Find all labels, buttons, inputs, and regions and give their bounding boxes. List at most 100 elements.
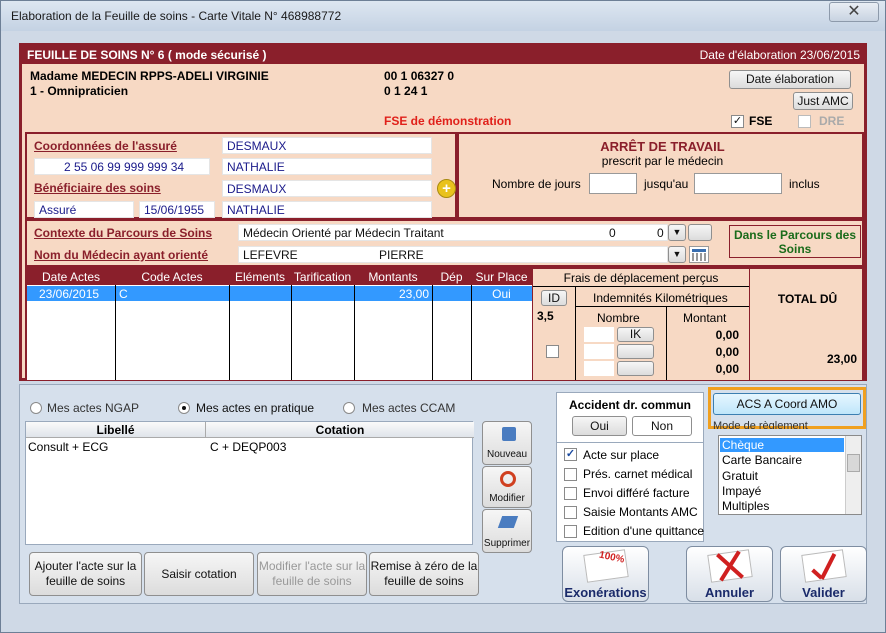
row-surplace: Oui bbox=[492, 287, 511, 301]
cancel-icon bbox=[707, 549, 753, 583]
accident-non-button[interactable]: Non bbox=[632, 416, 692, 436]
frais-value: 3,5 bbox=[537, 309, 554, 323]
medecin-oriente-label: Nom du Médecin ayant orienté bbox=[34, 248, 209, 262]
col-tarification: Tarification bbox=[293, 270, 352, 284]
edition-quittance-label: Edition d'une quittance bbox=[583, 524, 705, 538]
close-button[interactable]: ✕ bbox=[829, 2, 879, 22]
nombre-field-3[interactable] bbox=[584, 361, 614, 376]
radio-ccam[interactable] bbox=[343, 402, 355, 414]
radio-ngap[interactable] bbox=[30, 402, 42, 414]
contexte-parcours-select[interactable]: Médecin Orienté par Médecin Traitant 0 0 bbox=[238, 224, 668, 241]
nombre-field-2[interactable] bbox=[584, 344, 614, 359]
feuille-de-soins-panel: FEUILLE DE SOINS N° 6 ( mode sécurisé ) … bbox=[19, 43, 867, 381]
id-button[interactable]: ID bbox=[541, 290, 567, 306]
medecin-nom: LEFEVRE bbox=[243, 248, 298, 262]
ik-button[interactable]: IK bbox=[617, 327, 654, 342]
modifier-label: Modifier bbox=[489, 493, 525, 504]
option-gratuit[interactable]: Gratuit bbox=[722, 469, 758, 483]
mode-reglement-label: Mode de règlement bbox=[713, 420, 808, 429]
contexte-value: Médecin Orienté par Médecin Traitant bbox=[243, 226, 444, 240]
supprimer-button[interactable]: Supprimer bbox=[482, 509, 532, 553]
naissance-field[interactable]: 15/06/1955 bbox=[139, 201, 215, 218]
exonerations-label: Exonérations bbox=[564, 585, 647, 600]
supprimer-label: Supprimer bbox=[483, 538, 531, 549]
acs-coord-amo-button[interactable]: ACS A Coord AMO bbox=[713, 393, 861, 415]
col-elements: Eléments bbox=[234, 270, 286, 284]
date-elaboration-button[interactable]: Date élaboration bbox=[729, 70, 851, 89]
row-code: C bbox=[119, 287, 128, 301]
row-montant: 23,00 bbox=[398, 287, 429, 301]
fse-header-bar: FEUILLE DE SOINS N° 6 ( mode sécurisé ) … bbox=[22, 46, 864, 64]
frais-button-3[interactable] bbox=[617, 361, 654, 376]
option-multiples[interactable]: Multiples bbox=[722, 499, 769, 513]
list-scrollbar[interactable] bbox=[845, 436, 861, 514]
assure-nom-field[interactable]: DESMAUX bbox=[222, 137, 432, 154]
saisie-amc-checkbox[interactable] bbox=[564, 506, 577, 519]
frais-button-2[interactable] bbox=[617, 344, 654, 359]
option-carte-bancaire[interactable]: Carte Bancaire bbox=[722, 453, 802, 467]
modifier-button[interactable]: Modifier bbox=[482, 466, 532, 508]
frais-title: Frais de déplacement perçus bbox=[563, 271, 719, 285]
plus-icon bbox=[502, 427, 516, 441]
contexte-dropdown-button[interactable]: ▼ bbox=[668, 224, 686, 241]
accident-oui-button[interactable]: Oui bbox=[572, 416, 627, 436]
window-title: Elaboration de la Feuille de soins - Car… bbox=[11, 9, 342, 23]
pres-carnet-label: Prés. carnet médical bbox=[583, 467, 693, 481]
montant-value-3: 0,00 bbox=[715, 362, 739, 376]
annuler-button[interactable]: Annuler bbox=[686, 546, 773, 602]
remise-zero-button[interactable]: Remise à zéro de la feuille de soins bbox=[369, 552, 479, 596]
calendar-icon[interactable] bbox=[689, 246, 709, 263]
mode-reglement-list[interactable]: Chèque Carte Bancaire Gratuit Impayé Mul… bbox=[718, 435, 862, 515]
contexte-extra-button[interactable] bbox=[688, 224, 712, 241]
nb-jours-field[interactable] bbox=[589, 173, 637, 194]
envoi-differe-label: Envoi différé facture bbox=[583, 486, 690, 500]
saisir-cotation-button[interactable]: Saisir cotation bbox=[144, 552, 254, 596]
modifier-acte-button[interactable]: Modifier l'acte sur la feuille de soins bbox=[257, 552, 367, 596]
radio-ccam-label: Mes actes CCAM bbox=[362, 401, 456, 415]
pres-carnet-checkbox[interactable] bbox=[564, 468, 577, 481]
total-value: 23,00 bbox=[826, 352, 857, 366]
ajouter-acte-button[interactable]: Ajouter l'acte sur la feuille de soins bbox=[29, 552, 142, 596]
ik-title: Indemnités Kilométriques bbox=[593, 291, 728, 305]
col-cotation: Cotation bbox=[206, 422, 474, 438]
praticien-name: Madame MEDECIN RPPS-ADELI VIRGINIE bbox=[30, 69, 269, 83]
just-amc-button[interactable]: Just AMC bbox=[793, 92, 853, 110]
accident-section: Accident dr. commun Oui Non ✓ Acte sur p… bbox=[556, 392, 704, 542]
option-cheque[interactable]: Chèque bbox=[720, 438, 844, 452]
arret-title: ARRÊT DE TRAVAIL bbox=[600, 139, 725, 154]
praticien-specialite: 1 - Omnipraticien bbox=[30, 84, 129, 98]
acte-sur-place-checkbox[interactable]: ✓ bbox=[564, 448, 577, 461]
fse-checkbox[interactable]: ✓ bbox=[731, 115, 744, 128]
jusqu-field[interactable] bbox=[694, 173, 782, 194]
valider-button[interactable]: Valider bbox=[780, 546, 867, 602]
title-bar: Elaboration de la Feuille de soins - Car… bbox=[1, 1, 885, 31]
nouveau-button[interactable]: Nouveau bbox=[482, 421, 532, 465]
accident-title: Accident dr. commun bbox=[568, 398, 692, 412]
assure-prenom-field[interactable]: NATHALIE bbox=[222, 158, 432, 175]
option-impaye[interactable]: Impayé bbox=[722, 484, 761, 498]
add-beneficiaire-icon[interactable]: + bbox=[437, 179, 456, 198]
arret-subtitle: prescrit par le médecin bbox=[601, 154, 724, 168]
exonerations-button[interactable]: 100% Exonérations bbox=[562, 546, 649, 602]
acte-sur-place-label: Acte sur place bbox=[583, 448, 660, 462]
list-item-libelle: Consult + ECG bbox=[28, 440, 109, 454]
medecin-oriente-select[interactable]: LEFEVRE PIERRE bbox=[238, 246, 668, 263]
radio-pratique-label: Mes actes en pratique bbox=[196, 401, 315, 415]
row-date: 23/06/2015 bbox=[39, 287, 100, 301]
edition-quittance-checkbox[interactable] bbox=[564, 525, 577, 538]
envoi-differe-checkbox[interactable] bbox=[564, 487, 577, 500]
radio-pratique[interactable] bbox=[178, 402, 190, 414]
frais-checkbox[interactable] bbox=[546, 345, 559, 358]
list-item[interactable]: Consult + ECG C + DEQP003 bbox=[26, 439, 474, 454]
qualite-field[interactable]: Assuré bbox=[34, 201, 134, 218]
dre-checkbox[interactable] bbox=[798, 115, 811, 128]
contexte-n2: 0 bbox=[657, 226, 664, 240]
assure-nir-field[interactable]: 2 55 06 99 999 999 34 bbox=[34, 158, 210, 175]
saisie-amc-label: Saisie Montants AMC bbox=[583, 505, 698, 519]
nombre-field-1[interactable] bbox=[584, 327, 614, 342]
medecin-dropdown-button[interactable]: ▼ bbox=[668, 246, 686, 263]
benef-prenom-field[interactable]: NATHALIE bbox=[222, 201, 432, 218]
montant-value-2: 0,00 bbox=[715, 345, 739, 359]
table-row[interactable]: 23/06/2015 C 23,00 Oui bbox=[27, 286, 532, 301]
benef-nom-field[interactable]: DESMAUX bbox=[222, 180, 432, 197]
